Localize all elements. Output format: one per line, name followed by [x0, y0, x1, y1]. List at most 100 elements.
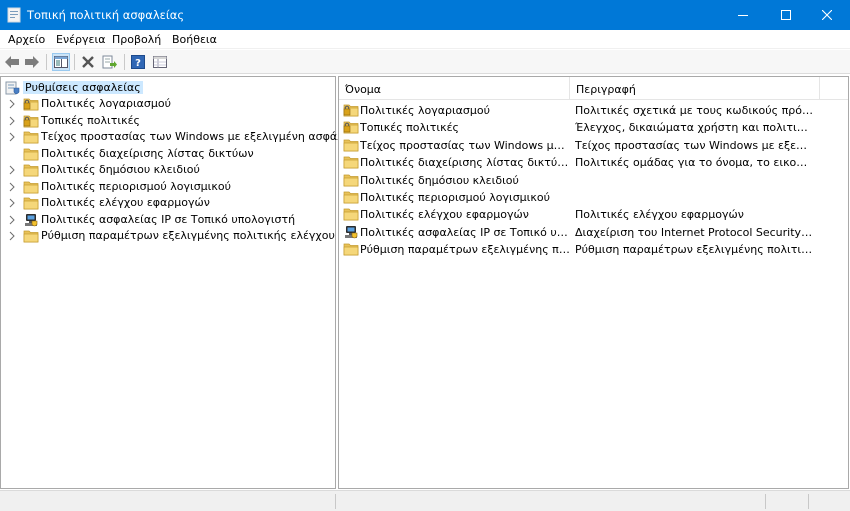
column-divider[interactable]: [569, 77, 570, 100]
folder-icon: [343, 209, 359, 221]
menu-view[interactable]: Προβολή: [112, 33, 161, 46]
tree-item-label: Ρύθμιση παραμέτρων εξελιγμένης πολιτικής…: [41, 229, 335, 242]
ip-security-icon: [345, 225, 358, 239]
expand-chevron-icon[interactable]: [8, 198, 16, 208]
list-item-name: Πολιτικές δημόσιου κλειδιού: [360, 173, 519, 187]
list-item-name: Τείχος προστασίας των Windows με εξελιγμ…: [360, 138, 570, 152]
tree-item-label: Πολιτικές ασφαλείας IP σε Τοπικό υπολογι…: [41, 212, 296, 226]
maximize-icon: [781, 10, 791, 20]
toolbar-separator: [124, 54, 125, 70]
list-item[interactable]: Ρύθμιση παραμέτρων εξελιγμένης πολιτικής…: [339, 241, 848, 258]
folder-icon: [23, 230, 39, 243]
tree-item[interactable]: Πολιτικές ασφαλείας IP σε Τοπικό υπολογι…: [1, 212, 335, 228]
toolbar-separator: [74, 54, 75, 70]
list-item-name: Τοπικές πολιτικές: [360, 121, 459, 135]
column-divider[interactable]: [819, 77, 820, 100]
details-pane[interactable]: Όνομα Περιγραφή Πολιτικές λογαριασμού Πολ…: [338, 76, 849, 489]
status-divider: [335, 494, 336, 509]
expand-chevron-icon[interactable]: [8, 132, 16, 142]
list-item-name: Πολιτικές ασφαλείας IP σε Τοπικό υπολογι…: [360, 225, 570, 239]
delete-icon: [82, 56, 94, 68]
tree-item[interactable]: Τοπικές πολιτικές: [1, 113, 335, 129]
close-button[interactable]: [804, 0, 850, 30]
list-item[interactable]: Πολιτικές περιορισμού λογισμικού: [339, 189, 848, 206]
tree-item-label: Πολιτικές διαχείρισης λίστας δικτύων: [41, 146, 254, 160]
column-header-name[interactable]: Όνομα: [345, 83, 381, 96]
console-tree-icon: [54, 56, 68, 68]
folder-icon: [343, 243, 359, 256]
expand-chevron-icon[interactable]: [8, 99, 16, 109]
folder-icon: [23, 164, 39, 177]
menu-bar: Αρχείο Ενέργεια Προβολή Βοήθεια: [0, 30, 850, 49]
status-divider: [765, 494, 766, 509]
window-title: Τοπική πολιτική ασφαλείας: [27, 8, 185, 22]
list-item[interactable]: Πολιτικές διαχείρισης λίστας δικτύων Πολι…: [339, 154, 848, 171]
toolbar: ?: [0, 50, 850, 74]
tree-item-label: Τοπικές πολιτικές: [41, 113, 140, 127]
list-item-description: Τείχος προστασίας των Windows με εξελιγμ…: [575, 138, 813, 152]
expand-chevron-icon[interactable]: [8, 215, 16, 225]
tree-root-security-settings[interactable]: Ρυθμίσεις ασφαλείας: [1, 80, 335, 96]
tree-item[interactable]: Πολιτικές ελέγχου εφαρμογών: [1, 195, 335, 211]
menu-help[interactable]: Βοήθεια: [172, 33, 217, 46]
tree-item[interactable]: Πολιτικές δημόσιου κλειδιού: [1, 162, 335, 178]
list-item[interactable]: Τοπικές πολιτικές Έλεγχος, δικαιώματα χρή…: [339, 119, 848, 136]
tree-item-label: Τείχος προστασίας των Windows με εξελιγμ…: [41, 130, 361, 143]
folder-icon: [343, 139, 359, 152]
list-item-description: Πολιτικές ελέγχου εφαρμογών: [575, 208, 744, 222]
properties-button[interactable]: [151, 53, 169, 71]
help-button[interactable]: ?: [129, 53, 147, 71]
forward-arrow-icon: [25, 56, 39, 68]
security-settings-icon: [5, 81, 20, 95]
title-bar: Τοπική πολιτική ασφαλείας: [0, 0, 850, 30]
list-item-description: Πολιτικές ομάδας για το όνομα, το εικονί…: [575, 156, 813, 170]
folder-lock-icon: [23, 115, 39, 127]
list-item[interactable]: Τείχος προστασίας των Windows με εξελιγμ…: [339, 137, 848, 154]
status-bar: [0, 490, 850, 511]
help-icon: ?: [131, 55, 145, 69]
list-item[interactable]: Πολιτικές ασφαλείας IP σε Τοπικό υπολογι…: [339, 224, 848, 241]
folder-icon: [23, 197, 39, 210]
folder-icon: [23, 148, 39, 160]
list-item-description: Ρύθμιση παραμέτρων εξελιγμένης πολιτικής…: [575, 243, 813, 257]
ip-security-icon: [25, 213, 38, 226]
tree-item[interactable]: Ρύθμιση παραμέτρων εξελιγμένης πολιτικής…: [1, 228, 335, 244]
list-item-name: Πολιτικές ελέγχου εφαρμογών: [360, 208, 529, 222]
list-item[interactable]: Πολιτικές δημόσιου κλειδιού: [339, 172, 848, 189]
delete-button[interactable]: [79, 53, 97, 71]
tree-item[interactable]: Πολιτικές λογαριασμού: [1, 96, 335, 112]
folder-icon: [23, 131, 39, 144]
list-item-name: Πολιτικές περιορισμού λογισμικού: [360, 191, 550, 204]
folder-icon: [343, 174, 359, 186]
list-item[interactable]: Πολιτικές λογαριασμού Πολιτικές σχετικά μ…: [339, 102, 848, 119]
console-tree-pane[interactable]: Ρυθμίσεις ασφαλείας Πολιτικές λογαριασμο…: [0, 76, 361, 489]
expand-chevron-icon[interactable]: [8, 182, 16, 192]
export-list-button[interactable]: [101, 53, 119, 71]
minimize-button[interactable]: [720, 0, 766, 30]
list-item[interactable]: Πολιτικές ελέγχου εφαρμογών Πολιτικές ελέ…: [339, 206, 848, 223]
folder-icon: [343, 156, 359, 169]
list-item-name: Ρύθμιση παραμέτρων εξελιγμένης πολιτικής…: [360, 243, 570, 257]
security-policy-app-icon: [7, 7, 21, 23]
column-header-description[interactable]: Περιγραφή: [576, 83, 636, 96]
tree-item[interactable]: Πολιτικές διαχείρισης λίστας δικτύων: [1, 146, 335, 162]
menu-file[interactable]: Αρχείο: [8, 33, 45, 46]
forward-button[interactable]: [23, 53, 41, 71]
toolbar-separator: [46, 54, 47, 70]
show-hide-console-tree-button[interactable]: [52, 53, 70, 71]
list-item-description: Πολιτικές σχετικά με τους κωδικούς πρόσβ…: [575, 104, 813, 117]
expand-chevron-icon[interactable]: [8, 116, 16, 126]
properties-icon: [153, 56, 167, 68]
menu-action[interactable]: Ενέργεια: [56, 33, 105, 46]
folder-lock-icon: [343, 122, 359, 134]
tree-item[interactable]: Πολιτικές περιορισμού λογισμικού: [1, 179, 335, 195]
maximize-button[interactable]: [763, 0, 809, 30]
tree-root-label: Ρυθμίσεις ασφαλείας: [23, 81, 143, 94]
folder-lock-icon: [343, 104, 359, 117]
svg-text:?: ?: [135, 58, 141, 69]
minimize-icon: [738, 15, 748, 16]
back-button[interactable]: [3, 53, 21, 71]
expand-chevron-icon[interactable]: [8, 231, 16, 241]
tree-item[interactable]: Τείχος προστασίας των Windows με εξελιγμ…: [1, 129, 361, 145]
expand-chevron-icon[interactable]: [8, 165, 16, 175]
